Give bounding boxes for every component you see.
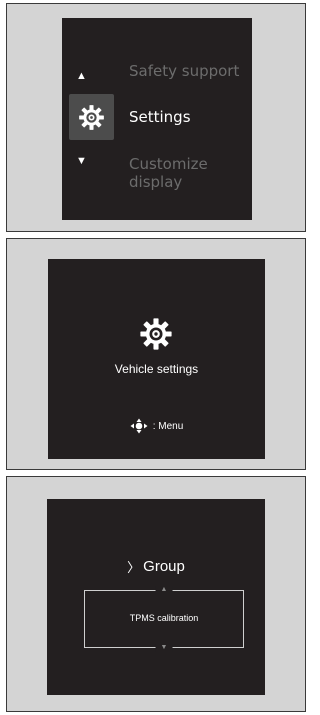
scroll-up-arrow-icon[interactable]: ▲: [76, 70, 87, 82]
selection-box[interactable]: ▲ TPMS calibration ▼: [84, 586, 244, 652]
group-label: Group: [143, 558, 185, 575]
scroll-down-arrow-icon[interactable]: ▼: [76, 155, 87, 167]
tpms-calibration-item[interactable]: TPMS calibration: [85, 613, 243, 623]
menu-hint-text: : Menu: [152, 420, 184, 432]
vehicle-settings-panel: Vehicle settings : Menu: [6, 238, 306, 470]
dpad-icon: [130, 418, 148, 434]
menu-item-settings[interactable]: Settings: [129, 108, 191, 126]
gear-icon: [140, 318, 172, 350]
chevron-right-icon: 〉: [127, 560, 141, 575]
vehicle-settings-screen: Vehicle settings : Menu: [48, 259, 265, 459]
settings-selected-highlight[interactable]: [69, 94, 114, 140]
menu-item-safety-support[interactable]: Safety support: [129, 62, 239, 80]
scroll-down-arrow-icon[interactable]: ▼: [155, 644, 173, 652]
tpms-panel: 〉 Group ▲ TPMS calibration ▼: [6, 476, 306, 712]
tpms-screen: 〉 Group ▲ TPMS calibration ▼: [47, 499, 265, 695]
menu-hint: : Menu: [48, 418, 265, 434]
menu-screen: ▲ Safety support Settings ▼ Customize di…: [62, 18, 252, 220]
menu-item-customize-display[interactable]: Customize display: [129, 155, 252, 191]
group-header[interactable]: 〉 Group: [47, 557, 265, 576]
vehicle-settings-label[interactable]: Vehicle settings: [48, 362, 265, 376]
scroll-up-arrow-icon[interactable]: ▲: [155, 586, 173, 594]
gear-icon: [79, 105, 104, 130]
menu-panel: ▲ Safety support Settings ▼ Customize di…: [6, 3, 306, 232]
